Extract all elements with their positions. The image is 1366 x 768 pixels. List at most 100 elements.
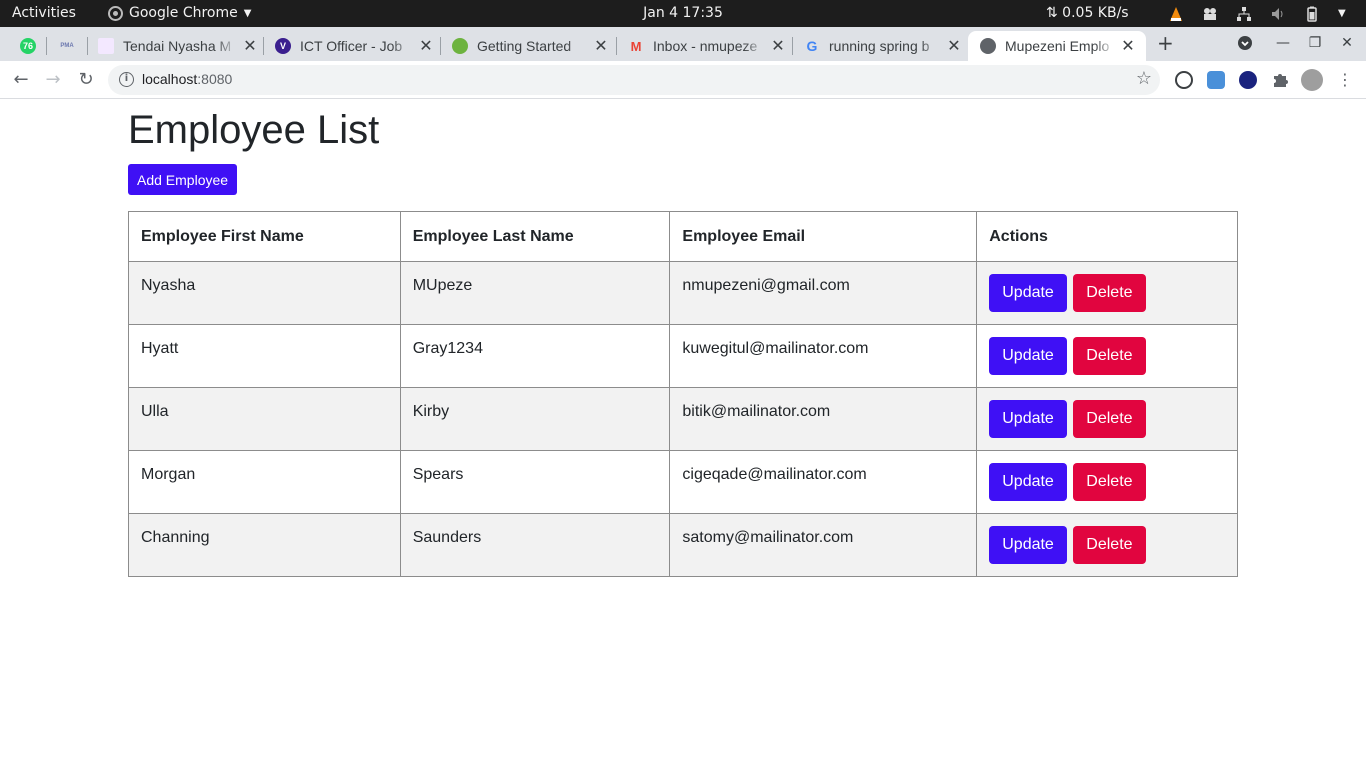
email-cell: cigeqade@mailinator.com bbox=[669, 450, 978, 514]
close-window-icon[interactable]: ✕ bbox=[1335, 31, 1359, 55]
email-cell: satomy@mailinator.com bbox=[669, 513, 978, 577]
extensions-puzzle-icon[interactable] bbox=[1271, 71, 1289, 89]
globe-icon bbox=[980, 38, 996, 54]
tab-title: Tendai Nyasha M bbox=[123, 38, 232, 54]
pma-icon: PMA bbox=[60, 43, 74, 49]
tab-pma[interactable]: PMA bbox=[59, 31, 79, 61]
tab-title: running spring b bbox=[829, 38, 930, 54]
close-icon[interactable]: ✕ bbox=[593, 36, 609, 56]
add-employee-button[interactable]: Add Employee bbox=[128, 164, 238, 195]
update-button[interactable]: Update bbox=[989, 337, 1067, 375]
browser-toolbar: ← → ↻ i localhost:8080 ☆ ⋮ bbox=[0, 61, 1366, 99]
delete-button[interactable]: Delete bbox=[1073, 400, 1146, 438]
whatsapp-icon: 76 bbox=[20, 38, 36, 54]
employee-table: Employee First Name Employee Last Name E… bbox=[128, 211, 1238, 577]
page-content: Employee List Add Employee Employee Firs… bbox=[0, 100, 1366, 768]
table-row: Nyasha MUpeze nmupezeni@gmail.com Update… bbox=[128, 261, 1238, 325]
table-row: Hyatt Gray1234 kuwegitul@mailinator.com … bbox=[128, 324, 1238, 388]
column-header-actions: Actions bbox=[976, 211, 1238, 262]
close-icon[interactable]: ✕ bbox=[1120, 36, 1136, 56]
first-name-cell: Ulla bbox=[128, 387, 401, 451]
column-header-first-name: Employee First Name bbox=[128, 211, 401, 262]
system-tray[interactable]: ▼ bbox=[1168, 0, 1346, 27]
update-button[interactable]: Update bbox=[989, 463, 1067, 501]
bookmark-star-icon[interactable]: ☆ bbox=[1136, 68, 1152, 89]
tab-title: ICT Officer - Job bbox=[300, 38, 403, 54]
minimize-icon[interactable]: — bbox=[1271, 31, 1295, 55]
camera-icon[interactable] bbox=[1202, 6, 1218, 22]
close-icon[interactable]: ✕ bbox=[770, 36, 786, 56]
tab-whatsapp[interactable]: 76 bbox=[20, 31, 40, 61]
last-name-cell: Spears bbox=[399, 450, 671, 514]
email-cell: kuwegitul@mailinator.com bbox=[669, 324, 978, 388]
actions-cell: Update Delete bbox=[976, 450, 1238, 514]
first-name-cell: Hyatt bbox=[128, 324, 401, 388]
close-icon[interactable]: ✕ bbox=[946, 36, 962, 56]
sheet-icon bbox=[98, 38, 114, 54]
table-row: Channing Saunders satomy@mailinator.com … bbox=[128, 513, 1238, 577]
volume-icon[interactable] bbox=[1270, 6, 1286, 22]
first-name-cell: Morgan bbox=[128, 450, 401, 514]
reload-icon[interactable]: ↻ bbox=[75, 69, 97, 91]
extension-fi-icon[interactable] bbox=[1207, 71, 1225, 89]
restore-icon[interactable]: ❐ bbox=[1303, 31, 1327, 55]
new-tab-button[interactable]: + bbox=[1157, 30, 1174, 56]
tab-getting-started[interactable]: Getting Started ✕ bbox=[452, 31, 609, 61]
chevron-down-icon[interactable]: ▼ bbox=[1338, 0, 1346, 27]
column-header-email: Employee Email bbox=[669, 211, 978, 262]
actions-cell: Update Delete bbox=[976, 324, 1238, 388]
tab-title: Mupezeni Emplo bbox=[1005, 38, 1110, 54]
extension-check-icon[interactable] bbox=[1239, 71, 1257, 89]
actions-cell: Update Delete bbox=[976, 513, 1238, 577]
tab-sheet[interactable]: Tendai Nyasha M ✕ bbox=[98, 31, 258, 61]
tab-ict-officer[interactable]: V ICT Officer - Job ✕ bbox=[275, 31, 434, 61]
battery-icon[interactable] bbox=[1304, 6, 1320, 22]
profile-avatar[interactable] bbox=[1301, 69, 1323, 91]
delete-button[interactable]: Delete bbox=[1073, 274, 1146, 312]
last-name-cell: Saunders bbox=[399, 513, 671, 577]
tab-search-icon[interactable] bbox=[1233, 31, 1257, 55]
actions-cell: Update Delete bbox=[976, 387, 1238, 451]
update-button[interactable]: Update bbox=[989, 400, 1067, 438]
system-top-bar: Activities Google Chrome ▼ Jan 4 17:35 ⇅… bbox=[0, 0, 1366, 27]
gmail-icon: M bbox=[630, 38, 642, 54]
delete-button[interactable]: Delete bbox=[1073, 463, 1146, 501]
url-text[interactable]: localhost:8080 bbox=[142, 71, 232, 87]
address-bar[interactable]: i localhost:8080 ☆ bbox=[108, 65, 1160, 95]
delete-button[interactable]: Delete bbox=[1073, 337, 1146, 375]
forward-icon[interactable]: → bbox=[42, 69, 64, 91]
column-header-last-name: Employee Last Name bbox=[399, 211, 671, 262]
close-icon[interactable]: ✕ bbox=[242, 36, 258, 56]
site-info-icon[interactable]: i bbox=[119, 72, 134, 87]
tab-title: Getting Started bbox=[477, 38, 572, 54]
email-cell: nmupezeni@gmail.com bbox=[669, 261, 978, 325]
vlc-icon[interactable] bbox=[1168, 6, 1184, 22]
tab-google-search[interactable]: G running spring b ✕ bbox=[804, 31, 962, 61]
table-row: Ulla Kirby bitik@mailinator.com Update D… bbox=[128, 387, 1238, 451]
vivid-v-icon: V bbox=[275, 38, 291, 54]
last-name-cell: Kirby bbox=[399, 387, 671, 451]
tab-gmail[interactable]: M Inbox - nmupeze ✕ bbox=[628, 31, 786, 61]
update-button[interactable]: Update bbox=[989, 274, 1067, 312]
last-name-cell: Gray1234 bbox=[399, 324, 671, 388]
email-cell: bitik@mailinator.com bbox=[669, 387, 978, 451]
actions-cell: Update Delete bbox=[976, 261, 1238, 325]
network-icon[interactable] bbox=[1236, 6, 1252, 22]
table-row: Morgan Spears cigeqade@mailinator.com Up… bbox=[128, 450, 1238, 514]
table-header-row: Employee First Name Employee Last Name E… bbox=[128, 211, 1238, 262]
update-button[interactable]: Update bbox=[989, 526, 1067, 564]
back-icon[interactable]: ← bbox=[10, 69, 32, 91]
menu-kebab-icon[interactable]: ⋮ bbox=[1334, 69, 1356, 91]
delete-button[interactable]: Delete bbox=[1073, 526, 1146, 564]
tab-title: Inbox - nmupeze bbox=[653, 38, 758, 54]
last-name-cell: MUpeze bbox=[399, 261, 671, 325]
google-icon: G bbox=[806, 38, 818, 54]
first-name-cell: Nyasha bbox=[128, 261, 401, 325]
tab-active-employee[interactable]: Mupezeni Emplo ✕ bbox=[968, 31, 1146, 61]
clock[interactable]: Jan 4 17:35 bbox=[0, 0, 1366, 27]
network-speed: ⇅ 0.05 KB/s bbox=[1046, 5, 1129, 21]
spring-icon bbox=[452, 38, 468, 54]
close-icon[interactable]: ✕ bbox=[418, 36, 434, 56]
extension-sync-icon[interactable] bbox=[1175, 71, 1193, 89]
first-name-cell: Channing bbox=[128, 513, 401, 577]
